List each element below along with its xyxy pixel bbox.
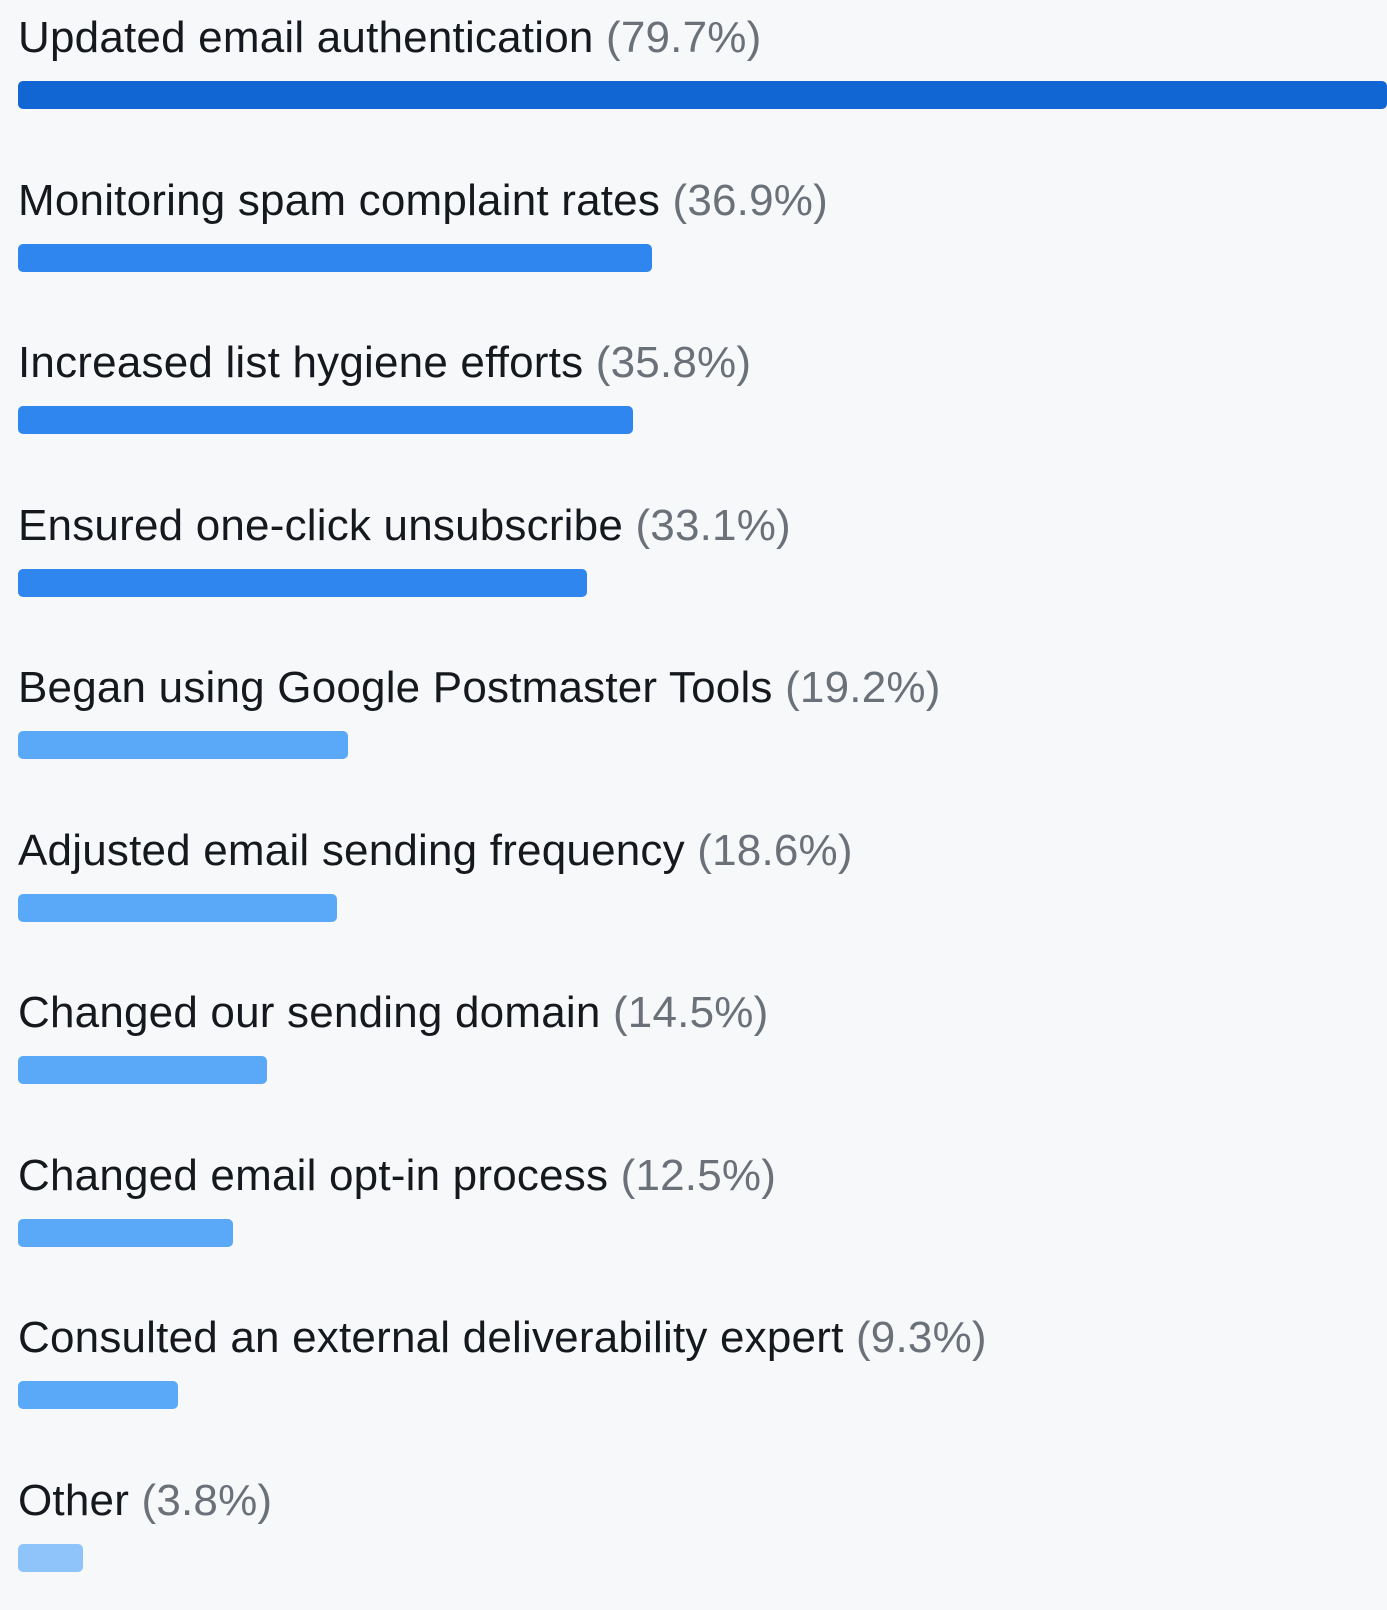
bar [18,568,587,597]
data-label: (33.1%) [635,500,791,550]
bar-label: Changed email opt-in process (12.5%) [18,1150,1387,1202]
bar-track [18,1056,1387,1084]
data-label: (3.8%) [141,1475,273,1525]
bar-label: Adjusted email sending frequency (18.6%) [18,825,1387,877]
bar-row: Consulted an external deliverability exp… [18,1312,1387,1409]
bar-row: Began using Google Postmaster Tools (19.… [18,662,1387,759]
bar [18,243,652,272]
bar-label: Updated email authentication (79.7%) [18,12,1387,64]
category-label: Changed our sending domain [18,988,601,1037]
bar [18,1543,84,1572]
bar-track [18,1218,1387,1247]
category-label: Ensured one-click unsubscribe [18,500,623,550]
bar-row: Changed our sending domain (14.5%) [18,987,1387,1084]
data-label: (12.5%) [620,1150,777,1200]
bar-track [18,243,1387,272]
bar-row: Changed email opt-in process (12.5%) [18,1150,1387,1247]
bar-track [18,81,1387,109]
data-label: (36.9%) [672,175,828,225]
bar-row: Monitoring spam complaint rates (36.9%) [18,175,1387,272]
bar [18,1056,268,1084]
data-label: (9.3%) [855,1313,987,1362]
category-label: Began using Google Postmaster Tools [18,663,773,712]
data-label: (79.7%) [605,13,762,62]
bar-track [18,1543,1387,1572]
data-label: (18.6%) [697,825,853,875]
category-label: Monitoring spam complaint rates [18,175,661,225]
bar-track [18,731,1387,759]
bar-row: Adjusted email sending frequency (18.6%) [18,825,1387,922]
bar-label: Ensured one-click unsubscribe (33.1%) [18,500,1387,552]
bar-track [18,406,1387,434]
data-label: (14.5%) [612,988,769,1037]
bar-track [18,893,1387,922]
bar-label: Consulted an external deliverability exp… [18,1312,1387,1364]
category-label: Updated email authentication [18,13,594,62]
bar-track [18,1381,1387,1409]
category-label: Consulted an external deliverability exp… [18,1313,844,1362]
bar-track [18,568,1387,597]
bar-label: Began using Google Postmaster Tools (19.… [18,662,1387,714]
bar [18,81,1387,109]
bar-label: Other (3.8%) [18,1475,1387,1527]
chart-container: Updated email authentication (79.7%) Moni… [0,0,1387,1610]
category-label: Adjusted email sending frequency [18,825,685,875]
category-label: Increased list hygiene efforts [18,338,584,387]
bar [18,1218,233,1247]
bar [18,893,338,922]
bar [18,1381,178,1409]
bar-row: Ensured one-click unsubscribe (33.1%) [18,500,1387,597]
bar [18,406,633,434]
data-label: (19.2%) [785,663,941,712]
bar-row: Increased list hygiene efforts (35.8%) [18,337,1387,434]
category-label: Changed email opt-in process [18,1150,609,1200]
bar-label: Monitoring spam complaint rates (36.9%) [18,175,1387,227]
data-label: (35.8%) [595,338,752,387]
bar-row: Other (3.8%) [18,1475,1387,1572]
bar-label: Changed our sending domain (14.5%) [18,987,1387,1039]
bar-row: Updated email authentication (79.7%) [18,12,1387,109]
bar-label: Increased list hygiene efforts (35.8%) [18,337,1387,389]
bar [18,731,348,759]
category-label: Other [18,1475,130,1525]
